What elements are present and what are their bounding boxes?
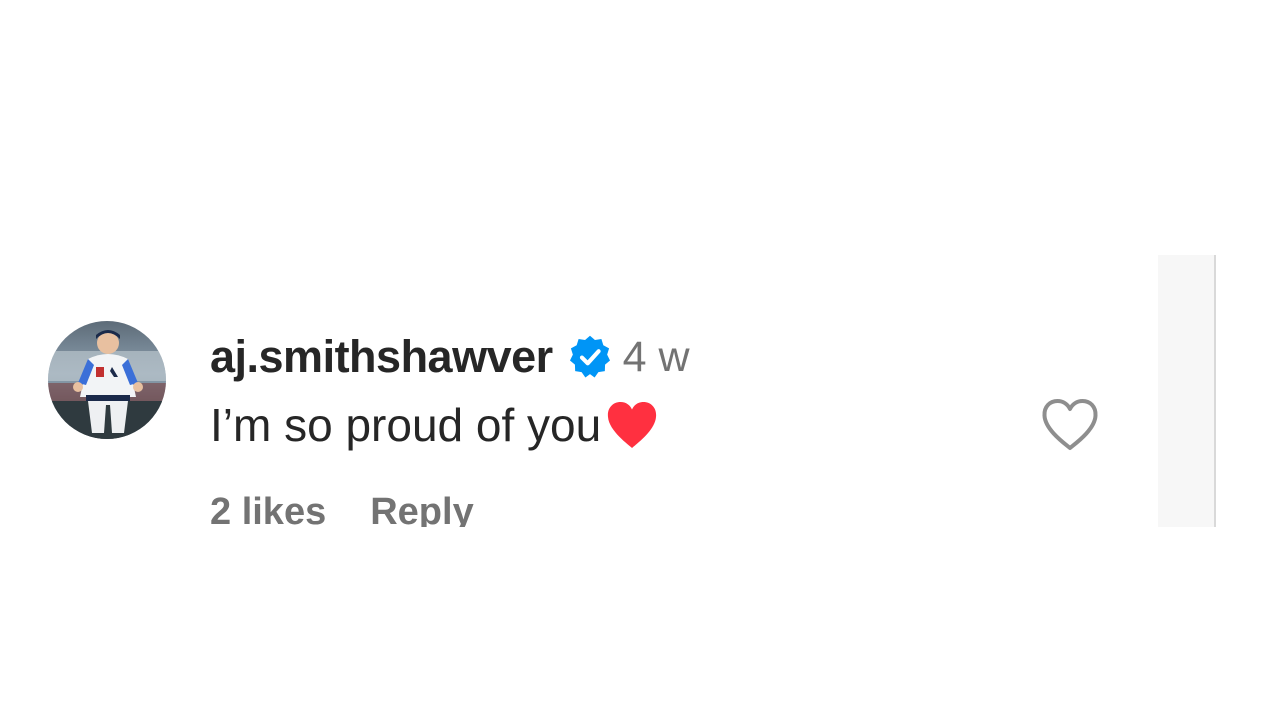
- red-heart-emoji-icon: [605, 400, 659, 450]
- like-comment-button[interactable]: [1040, 397, 1100, 453]
- verified-badge-icon: [567, 334, 613, 380]
- stage: aj.smithshawver 4 w I’m so proud of you: [0, 0, 1280, 720]
- likes-count[interactable]: 2 likes: [210, 491, 326, 527]
- comment-item: aj.smithshawver 4 w I’m so proud of you: [0, 255, 1158, 527]
- comment-text: I’m so proud of you: [210, 399, 602, 451]
- comment-body: I’m so proud of you: [210, 395, 659, 455]
- heart-outline-icon: [1042, 399, 1098, 450]
- scrollbar-track[interactable]: [1158, 255, 1214, 527]
- username[interactable]: aj.smithshawver: [210, 331, 553, 383]
- comment-actions: 2 likes Reply: [210, 491, 474, 527]
- reply-button[interactable]: Reply: [370, 491, 473, 527]
- panel-divider: [1214, 255, 1216, 527]
- time-ago[interactable]: 4 w: [623, 333, 690, 382]
- avatar[interactable]: [48, 321, 166, 439]
- comment-header: aj.smithshawver 4 w: [210, 329, 690, 385]
